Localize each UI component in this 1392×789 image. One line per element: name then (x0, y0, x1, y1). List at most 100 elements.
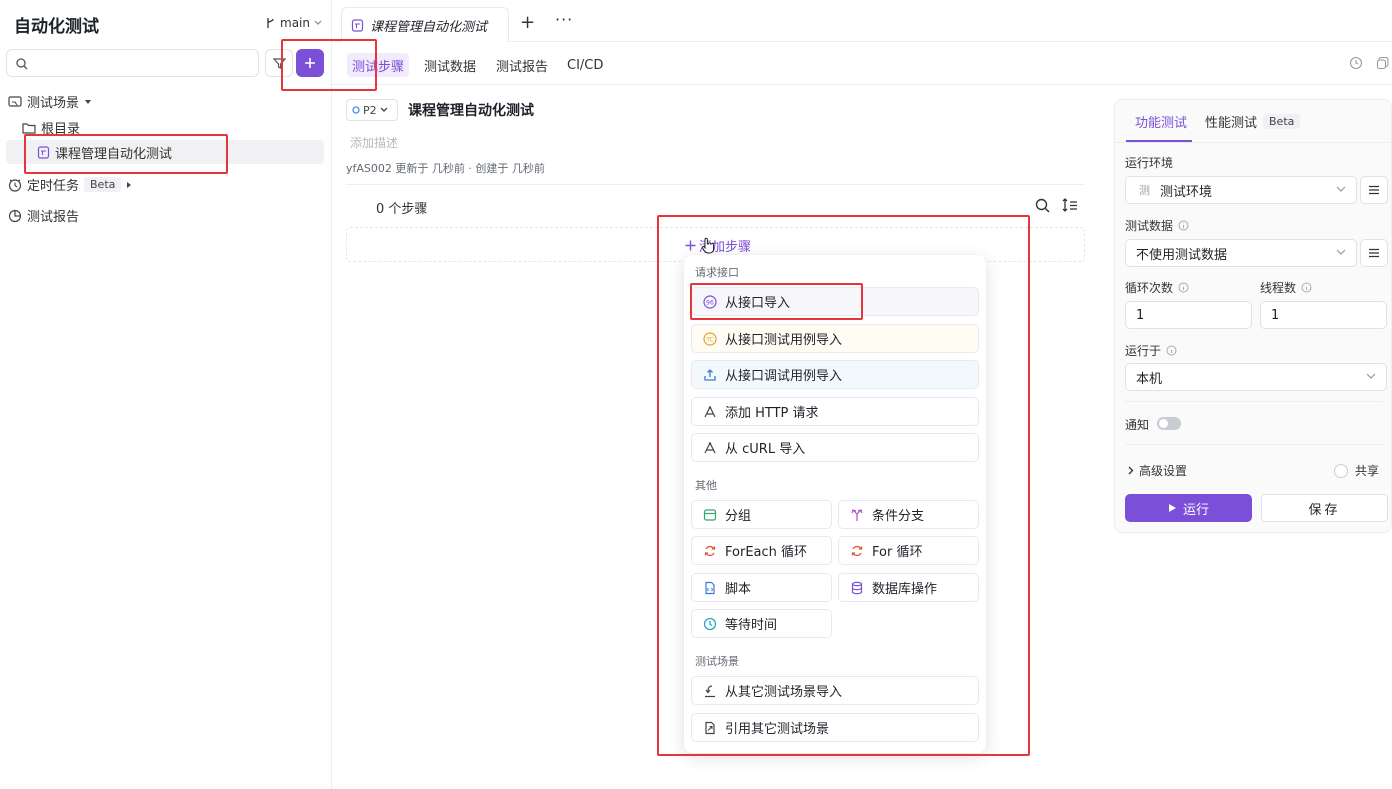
run-on-select[interactable]: 本机 (1125, 363, 1387, 391)
hand-cursor-icon (701, 237, 715, 254)
divider (1125, 444, 1383, 445)
priority-selector[interactable]: P2 (346, 99, 398, 121)
tab-document[interactable]: 课程管理自动化测试 (341, 7, 509, 42)
tree-item-reports[interactable]: 测试报告 (8, 206, 79, 225)
case-title[interactable]: 课程管理自动化测试 (408, 100, 534, 120)
test-data-select[interactable]: 不使用测试数据 (1125, 239, 1357, 267)
filter-icon (272, 57, 286, 69)
app-title: 自动化测试 (14, 17, 99, 37)
tab-test-report[interactable]: 测试报告 (491, 53, 553, 77)
search-icon[interactable] (1035, 198, 1050, 213)
chevron-down-icon (1336, 186, 1346, 192)
label-text: 循环次数 (1125, 281, 1174, 295)
label-text: 线程数 (1260, 281, 1297, 295)
menu-item-database[interactable]: 数据库操作 (838, 573, 979, 602)
share-link-icon[interactable] (1376, 56, 1390, 70)
clock-icon (703, 617, 717, 631)
info-icon (1166, 345, 1177, 356)
history-icon[interactable] (1349, 56, 1363, 70)
sort-icon[interactable] (1062, 198, 1078, 213)
env-value: 测试环境 (1160, 184, 1213, 200)
debug-import-icon (703, 368, 717, 382)
run-on-label: 运行于 (1125, 342, 1177, 359)
more-tabs-button[interactable]: ··· (555, 10, 573, 29)
advanced-settings-toggle[interactable]: 高级设置 (1127, 462, 1187, 479)
search-input[interactable] (6, 49, 259, 77)
menu-item-script[interactable]: 脚本 (691, 573, 832, 602)
menu-item-condition[interactable]: 条件分支 (838, 500, 979, 529)
loop-count-input[interactable]: 1 (1125, 301, 1252, 329)
notify-toggle[interactable] (1157, 417, 1181, 430)
menu-item-import-scene[interactable]: 从其它测试场景导入 (691, 676, 979, 705)
tab-label: 性能测试 (1205, 116, 1258, 131)
menu-item-wait[interactable]: 等待时间 (691, 609, 832, 638)
tab-test-steps[interactable]: 测试步骤 (347, 53, 410, 77)
loop-count-label: 循环次数 (1125, 279, 1189, 296)
svg-text:TC: TC (705, 336, 714, 343)
loop-icon (850, 544, 864, 558)
thread-count-input[interactable]: 1 (1260, 301, 1387, 329)
curl-icon (703, 441, 717, 455)
env-select[interactable]: 测 测试环境 (1125, 176, 1357, 204)
tab-cicd[interactable]: CI/CD (562, 53, 608, 77)
button-label: 运行 (1182, 502, 1209, 518)
add-button[interactable] (296, 49, 324, 77)
info-icon (1301, 282, 1312, 293)
group-icon (703, 508, 717, 522)
branch-selector[interactable]: main (266, 16, 322, 30)
menu-icon (1369, 185, 1379, 195)
filter-button[interactable] (265, 49, 293, 77)
divider (332, 84, 1392, 85)
tab-performance-test[interactable]: 性能测试 Beta (1205, 112, 1301, 131)
env-manage-button[interactable] (1360, 176, 1388, 204)
new-tab-button[interactable]: + (520, 12, 535, 33)
menu-item-label: 从接口测试用例导入 (725, 333, 843, 348)
svg-text:96: 96 (706, 299, 714, 306)
menu-item-import-api[interactable]: 96 从接口导入 (691, 287, 979, 316)
run-on-value: 本机 (1136, 371, 1163, 387)
menu-item-label: 添加 HTTP 请求 (725, 406, 819, 421)
pie-chart-icon (8, 209, 22, 222)
tree-item-tasks[interactable]: 定时任务 Beta (8, 175, 132, 194)
add-description-field[interactable]: 添加描述 (350, 134, 398, 151)
menu-item-label: ForEach 循环 (725, 545, 808, 560)
menu-item-group[interactable]: 分组 (691, 500, 832, 529)
tab-functional-test[interactable]: 功能测试 (1135, 112, 1187, 131)
case-meta: yfAS002 更新于 几秒前 · 创建于 几秒前 (346, 162, 545, 175)
beta-badge: Beta (1263, 114, 1301, 129)
share-checkbox[interactable]: 共享 (1334, 462, 1379, 479)
tree-item-root[interactable]: 根目录 (22, 118, 80, 137)
menu-item-import-api-case[interactable]: TC 从接口测试用例导入 (691, 324, 979, 353)
menu-item-import-curl[interactable]: 从 cURL 导入 (691, 433, 979, 462)
tab-test-data[interactable]: 测试数据 (419, 53, 481, 77)
menu-item-import-debug-case[interactable]: 从接口调试用例导入 (691, 360, 979, 389)
menu-item-reference-scene[interactable]: 引用其它测试场景 (691, 713, 979, 742)
tree-label: 根目录 (41, 122, 81, 137)
notify-label: 通知 (1125, 418, 1150, 432)
label-text: 测试数据 (1125, 219, 1174, 233)
menu-item-for-loop[interactable]: For 循环 (838, 536, 979, 565)
menu-item-label: 分组 (725, 509, 752, 524)
section-other: 其他 (695, 479, 717, 492)
test-case-icon (37, 145, 50, 159)
menu-item-label: 条件分支 (872, 509, 925, 524)
tree-item-scenes[interactable]: 测试场景 (8, 92, 92, 111)
tree-item-case[interactable]: 课程管理自动化测试 (6, 140, 324, 164)
add-step-menu: 请求接口 96 从接口导入 TC 从接口测试用例导入 从接口调试用例导入 添加 … (684, 255, 986, 753)
menu-item-label: For 循环 (872, 545, 923, 560)
menu-item-label: 从接口调试用例导入 (725, 369, 843, 384)
tree-label: 定时任务 (27, 179, 80, 194)
play-icon (1168, 504, 1176, 512)
run-button[interactable]: 运行 (1125, 494, 1252, 522)
save-button[interactable]: 保存 (1261, 494, 1388, 522)
test-data-manage-button[interactable] (1360, 239, 1388, 267)
database-icon (850, 581, 864, 595)
menu-item-foreach[interactable]: ForEach 循环 (691, 536, 832, 565)
add-step-button[interactable]: 添加步骤 (685, 236, 751, 255)
section-request: 请求接口 (695, 266, 739, 279)
tree-label: 测试场景 (27, 96, 80, 111)
thread-count-label: 线程数 (1260, 279, 1312, 296)
test-data-value: 不使用测试数据 (1136, 247, 1228, 263)
scene-icon (8, 95, 22, 107)
menu-item-add-http[interactable]: 添加 HTTP 请求 (691, 397, 979, 426)
